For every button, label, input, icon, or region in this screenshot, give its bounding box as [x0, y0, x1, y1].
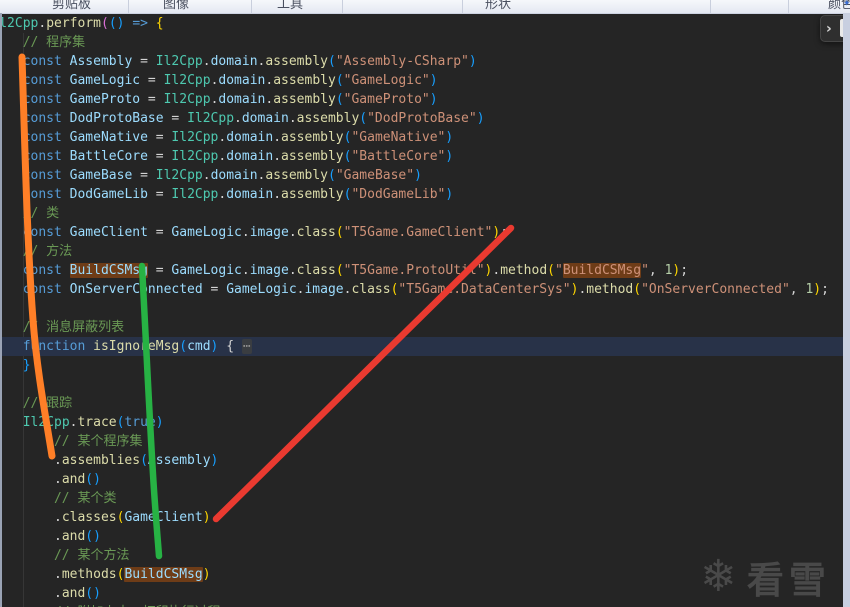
- code-line[interactable]: const BuildCSMsg = GameLogic.image.class…: [0, 261, 843, 280]
- watermark-text: 看雪: [746, 559, 831, 602]
- ribbon-corner-icon: ✦: [843, 0, 850, 8]
- highlighted-token: BuildCSMsg: [69, 263, 148, 278]
- screenshot-canvas: 剪贴板图像工具形状颜色✦ Il2Cpp.perform(() => {// 程序…: [0, 0, 850, 607]
- canvas-right-edge: [843, 13, 850, 607]
- code-line[interactable]: // 类: [0, 204, 843, 223]
- editor-toolbar: ›: [820, 15, 843, 42]
- code-line[interactable]: const GameLogic = Il2Cpp.domain.assembly…: [0, 71, 843, 90]
- code-editor[interactable]: Il2Cpp.perform(() => {// 程序集const Assemb…: [0, 14, 843, 607]
- code-line[interactable]: const GameBase = Il2Cpp.domain.assembly(…: [0, 166, 843, 185]
- ribbon-separator: [462, 0, 463, 13]
- highlighted-token: BuildCSMsg: [562, 263, 642, 278]
- code-line[interactable]: // 方法: [0, 242, 843, 261]
- canvas-left-edge: [0, 13, 2, 607]
- paint-ribbon: 剪贴板图像工具形状颜色✦: [0, 0, 850, 14]
- highlighted-token: BuildCSMsg: [124, 567, 203, 582]
- code-line[interactable]: // 程序集: [0, 33, 843, 52]
- code-line[interactable]: const GameNative = Il2Cpp.domain.assembl…: [0, 128, 843, 147]
- code-line[interactable]: const DodProtoBase = Il2Cpp.domain.assem…: [0, 109, 843, 128]
- code-line[interactable]: [0, 375, 843, 394]
- chevron-right-icon[interactable]: ›: [821, 21, 832, 37]
- code-line[interactable]: .assemblies(Assembly): [0, 451, 843, 470]
- code-line[interactable]: .classes(GameClient): [0, 508, 843, 527]
- code-line[interactable]: // 某个程序集: [0, 432, 843, 451]
- snowflake-icon: ❄: [700, 551, 737, 602]
- code-line[interactable]: }: [0, 356, 843, 375]
- ribbon-separator: [251, 0, 252, 13]
- ribbon-separator: [342, 0, 343, 13]
- code-line[interactable]: function isIgnoreMsg(cmd) { ⋯: [0, 337, 843, 356]
- ribbon-separator: [128, 0, 129, 13]
- code-line[interactable]: // 某个类: [0, 489, 843, 508]
- ribbon-separator: [710, 0, 711, 13]
- ribbon-group-label: 图像: [163, 0, 190, 11]
- code-line[interactable]: [0, 299, 843, 318]
- code-line[interactable]: const DodGameLib = Il2Cpp.domain.assembl…: [0, 185, 843, 204]
- code-line[interactable]: Il2Cpp.perform(() => {: [0, 14, 843, 33]
- code-line[interactable]: .and(): [0, 470, 843, 489]
- code-line[interactable]: // 消息屏蔽列表: [0, 318, 843, 337]
- code-lines[interactable]: Il2Cpp.perform(() => {// 程序集const Assemb…: [0, 14, 843, 607]
- kanxue-watermark: ❄ 看雪: [700, 550, 831, 604]
- code-line[interactable]: const OnServerConnected = GameLogic.imag…: [0, 280, 843, 299]
- code-line[interactable]: const BattleCore = Il2Cpp.domain.assembl…: [0, 147, 843, 166]
- code-line[interactable]: const Assembly = Il2Cpp.domain.assembly(…: [0, 52, 843, 71]
- code-line[interactable]: const GameProto = Il2Cpp.domain.assembly…: [0, 90, 843, 109]
- code-line[interactable]: .and(): [0, 527, 843, 546]
- fold-ellipsis-icon[interactable]: ⋯: [241, 339, 252, 354]
- ribbon-group-label: 剪贴板: [52, 0, 92, 11]
- code-line[interactable]: Il2Cpp.trace(true): [0, 413, 843, 432]
- ribbon-group-label: 形状: [485, 0, 512, 11]
- ribbon-separator: [788, 0, 789, 13]
- code-line[interactable]: const GameClient = GameLogic.image.class…: [0, 223, 843, 242]
- ribbon-group-label: 工具: [277, 0, 304, 11]
- code-line[interactable]: // 跟踪: [0, 394, 843, 413]
